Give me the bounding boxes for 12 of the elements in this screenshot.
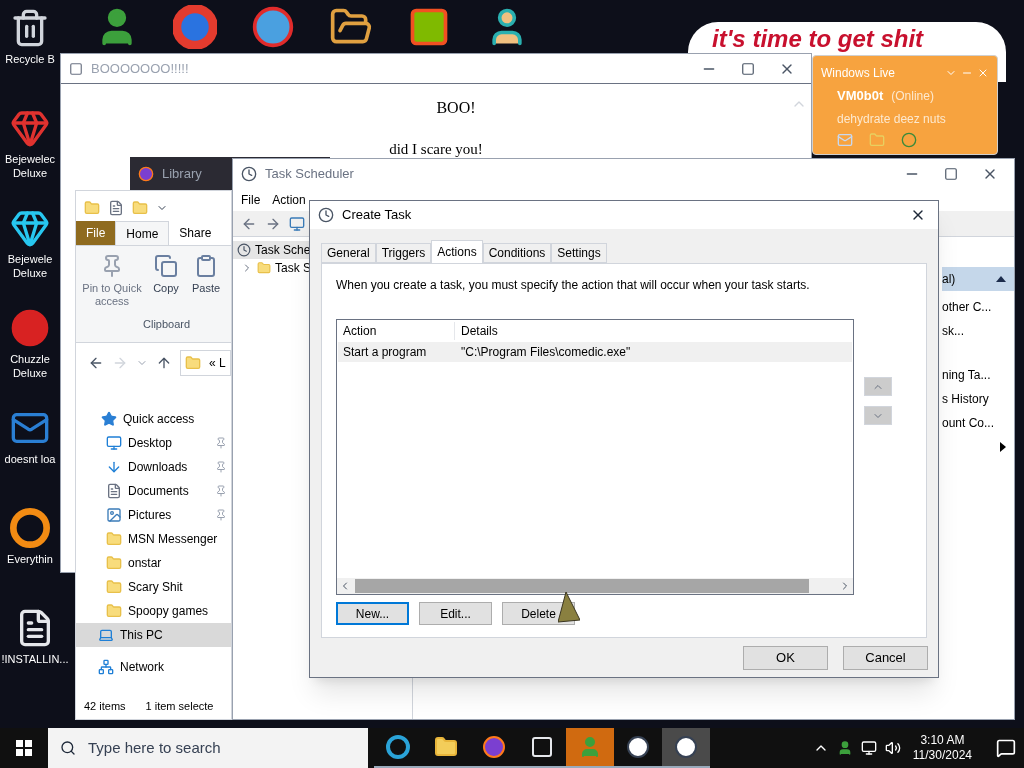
page-text: did I scare you! — [389, 140, 483, 159]
window-title: Task Scheduler — [265, 165, 354, 184]
description-text: When you create a task, you must specify the action that will occur when your task starts. — [336, 277, 811, 294]
status-text: 42 items — [84, 698, 126, 714]
page-heading: BOO! — [436, 98, 476, 118]
messenger-title: Windows Live — [821, 65, 896, 82]
dialog-title: Create Task — [342, 206, 412, 225]
window-title: Library — [162, 164, 202, 183]
window-title: BOOOOOOO!!!!! — [91, 59, 189, 78]
ribbon-group-label: Clipboard — [142, 317, 192, 332]
wallpaper-text: it's time to get shit — [712, 25, 924, 52]
status-text: 1 item selecte — [145, 698, 214, 714]
